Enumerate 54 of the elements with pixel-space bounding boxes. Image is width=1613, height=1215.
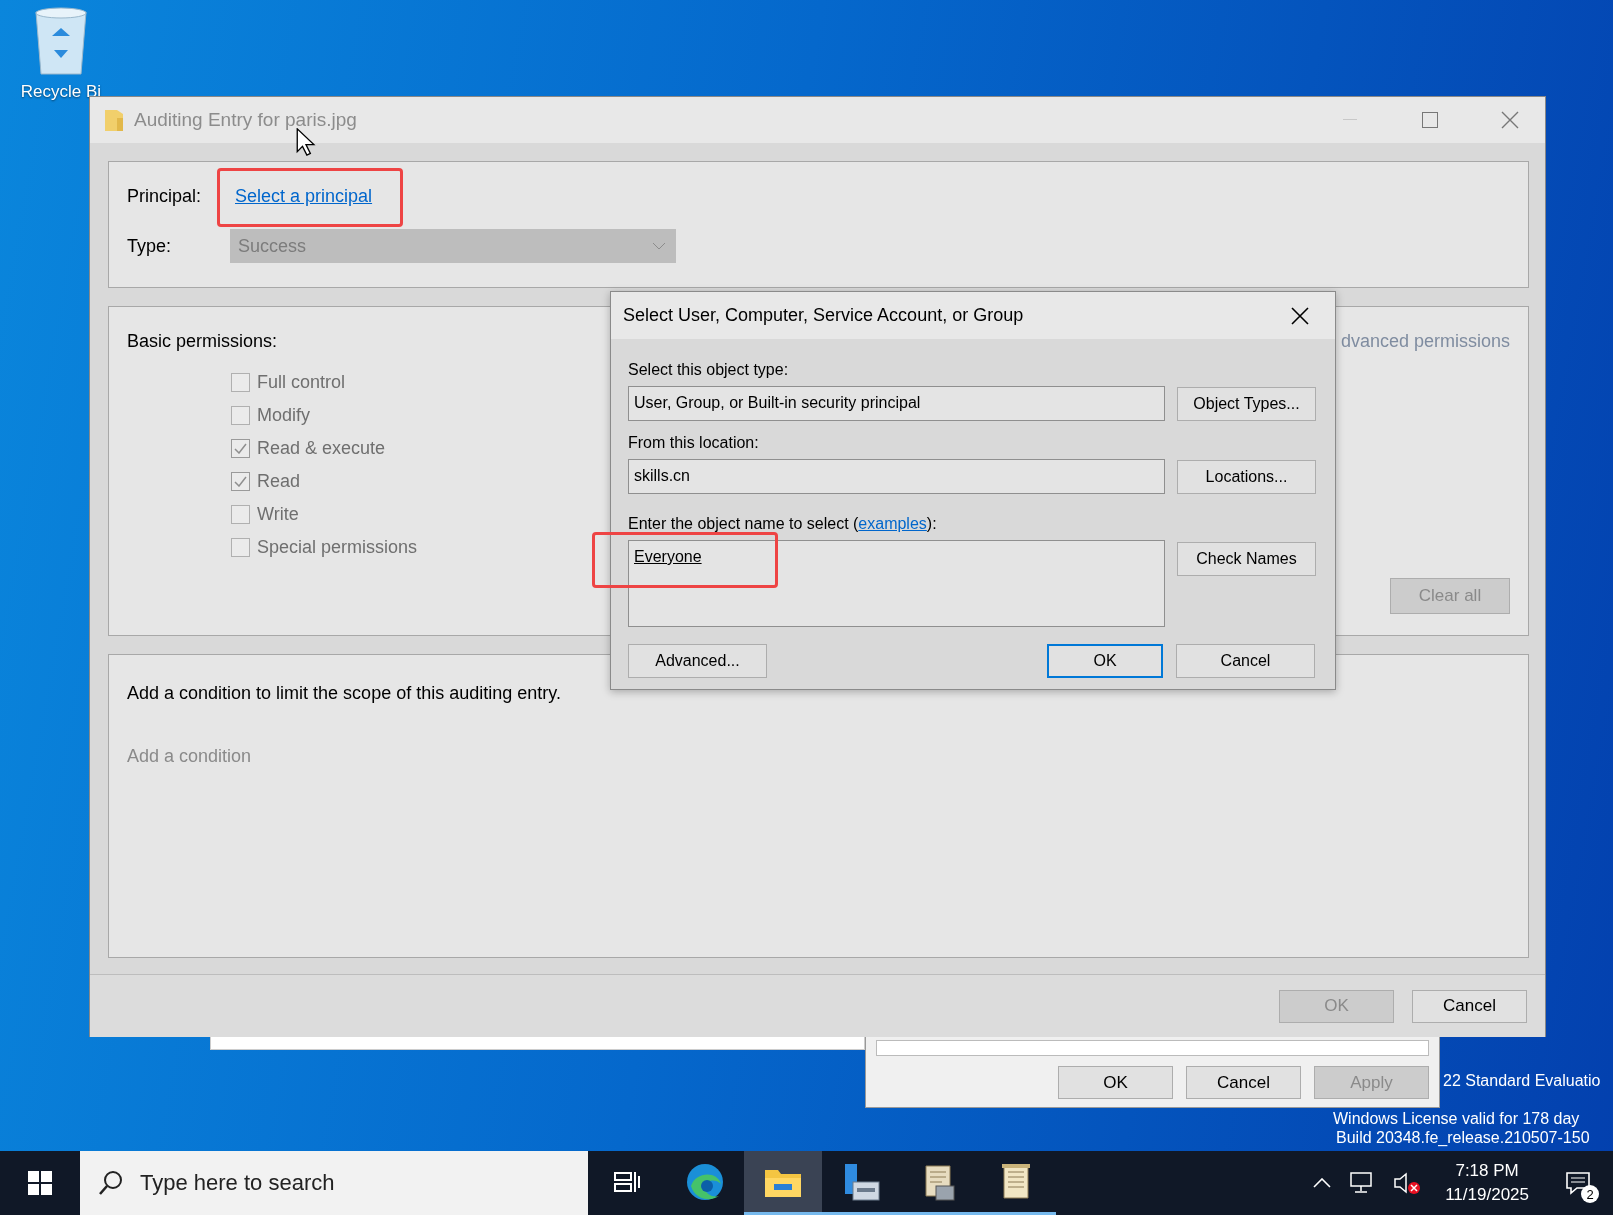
examples-link[interactable]: examples: [858, 515, 927, 532]
dialog-button[interactable]: Advanced...: [628, 644, 767, 678]
permission-label: Read & execute: [257, 438, 386, 459]
permissions-heading: Basic permissions:: [127, 331, 278, 352]
notification-count: 2: [1581, 1185, 1599, 1203]
mouse-pointer-icon: [296, 128, 316, 156]
maximize-icon: [1422, 112, 1438, 128]
dialog-title: Select User, Computer, Service Account, or Group: [623, 305, 1024, 326]
permission-label: Write: [257, 504, 299, 525]
location-field: skills.cn: [628, 459, 1165, 494]
minimize-icon: [1343, 119, 1357, 121]
search-icon: [98, 1170, 124, 1196]
permission-label: Full control: [257, 372, 346, 393]
object-name-label: Enter the object name to select (examples):: [628, 515, 937, 533]
permission-checkbox[interactable]: [231, 538, 250, 557]
dialog-button[interactable]: OK: [1047, 644, 1163, 678]
edition-notice-text: Windows License valid for 178 day: [1333, 1110, 1580, 1128]
locations-button[interactable]: Locations...: [1177, 459, 1316, 494]
select-principal-link[interactable]: Select a principal: [235, 186, 373, 207]
permission-label: Special permissions: [257, 537, 418, 558]
object-name-field[interactable]: Everyone: [628, 540, 1165, 627]
dialog-button[interactable]: Cancel: [1186, 1066, 1301, 1099]
browser-icon: [685, 1161, 725, 1202]
location-label: From this location:: [628, 434, 759, 452]
close-icon: [1291, 306, 1309, 325]
principal-label: Principal:: [127, 186, 203, 207]
permission-checkbox[interactable]: [231, 373, 250, 392]
permission-checkbox[interactable]: [231, 472, 250, 491]
dialog-button[interactable]: Cancel: [1176, 644, 1315, 678]
permission-label: Read: [257, 471, 301, 492]
edition-notice-text: Build 20348.fe_release.210507-150: [1336, 1129, 1590, 1147]
clock[interactable]: 7:18 PM 11/19/2025: [1437, 1161, 1537, 1205]
taskbar-app-button[interactable]: [744, 1151, 822, 1215]
permission-checkbox[interactable]: [231, 439, 250, 458]
window-title: Auditing Entry for paris.jpg: [134, 109, 357, 131]
task-view-icon: [614, 1169, 640, 1194]
close-icon: [1501, 111, 1519, 129]
object-type-label: Select this object type:: [628, 361, 789, 379]
dialog-button[interactable]: Cancel: [1412, 989, 1527, 1023]
chevron-down-icon: [652, 242, 666, 250]
windows-logo-icon: [28, 1171, 52, 1195]
permission-label: Modify: [257, 405, 310, 426]
dialog-button[interactable]: OK: [1058, 1066, 1173, 1099]
object-types-button[interactable]: Object Types...: [1177, 386, 1316, 421]
permission-checkbox[interactable]: [231, 406, 250, 425]
search-field[interactable]: Type here to search: [80, 1151, 588, 1215]
condition-description: Add a condition to limit the scope of this auditing entry.: [127, 683, 562, 704]
permission-checkbox[interactable]: [231, 505, 250, 524]
type-label: Type:: [127, 235, 173, 257]
notification-button[interactable]: 2: [1551, 1151, 1605, 1215]
check-names-button[interactable]: Check Names: [1177, 542, 1316, 576]
folder-icon: [104, 108, 124, 132]
object-type-field: User, Group, or Built-in security principal: [628, 386, 1165, 421]
edition-notice-text: 22 Standard Evaluatio: [1443, 1072, 1601, 1090]
